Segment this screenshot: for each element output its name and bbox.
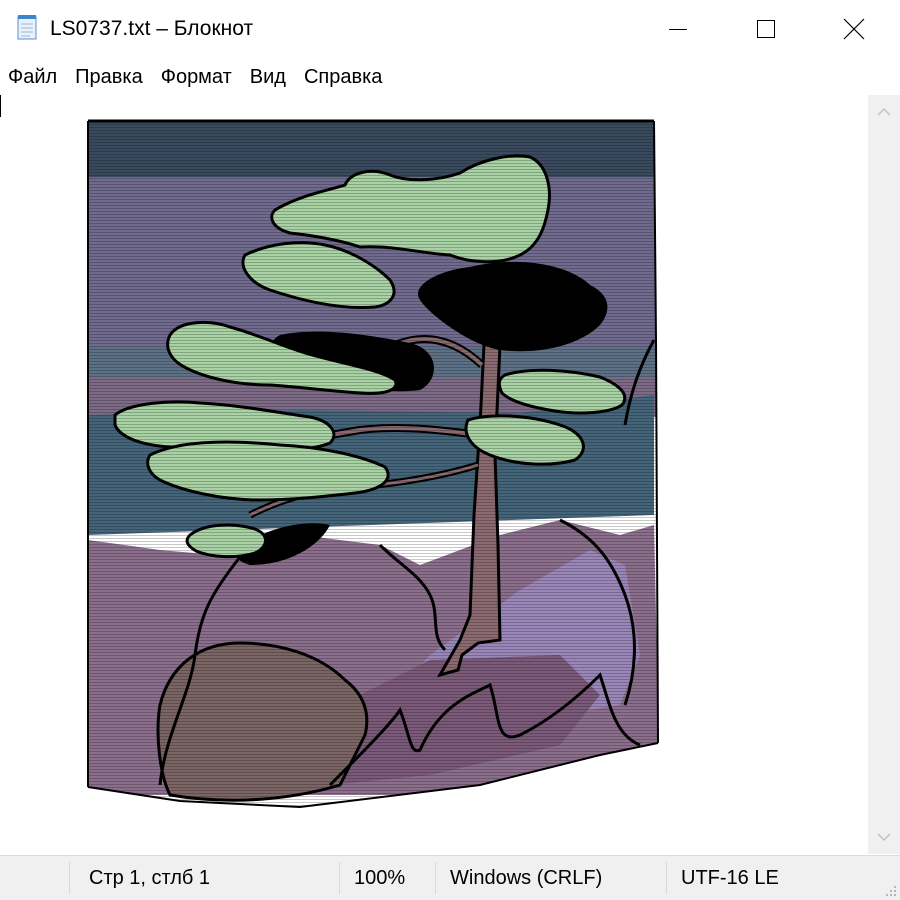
minimize-button[interactable]	[632, 0, 724, 58]
status-separator	[69, 862, 70, 894]
text-editor[interactable]	[0, 95, 868, 854]
maximize-button[interactable]	[720, 0, 812, 58]
status-separator	[339, 862, 340, 894]
menu-format[interactable]: Формат	[152, 60, 241, 94]
menu-bar: Файл Правка Формат Вид Справка	[0, 60, 900, 94]
cursor-position: Стр 1, стлб 1	[89, 867, 211, 889]
minimize-icon	[669, 29, 687, 30]
notepad-icon	[17, 15, 37, 40]
status-bar: Стр 1, стлб 1 100% Windows (CRLF) UTF-16…	[0, 855, 900, 900]
ascii-art-pine-tree	[87, 119, 659, 809]
status-separator	[435, 862, 436, 894]
encoding: UTF-16 LE	[681, 867, 779, 889]
status-separator	[666, 862, 667, 894]
title-bar[interactable]: LS0737.txt – Блокнот	[0, 0, 900, 58]
vertical-scrollbar[interactable]	[868, 95, 900, 854]
resize-grip-icon[interactable]	[883, 883, 897, 897]
close-icon	[843, 18, 865, 40]
scroll-down-button[interactable]	[868, 820, 900, 854]
scroll-up-button[interactable]	[868, 95, 900, 129]
menu-file[interactable]: Файл	[0, 60, 66, 94]
chevron-down-icon	[877, 833, 891, 842]
window-title: LS0737.txt – Блокнот	[50, 17, 254, 40]
close-button[interactable]	[808, 0, 900, 58]
chevron-up-icon	[877, 107, 891, 116]
maximize-icon	[757, 20, 775, 38]
line-endings: Windows (CRLF)	[450, 867, 603, 889]
menu-edit[interactable]: Правка	[66, 60, 152, 94]
zoom-level: 100%	[354, 867, 406, 889]
menu-help[interactable]: Справка	[295, 60, 391, 94]
menu-view[interactable]: Вид	[241, 60, 295, 94]
